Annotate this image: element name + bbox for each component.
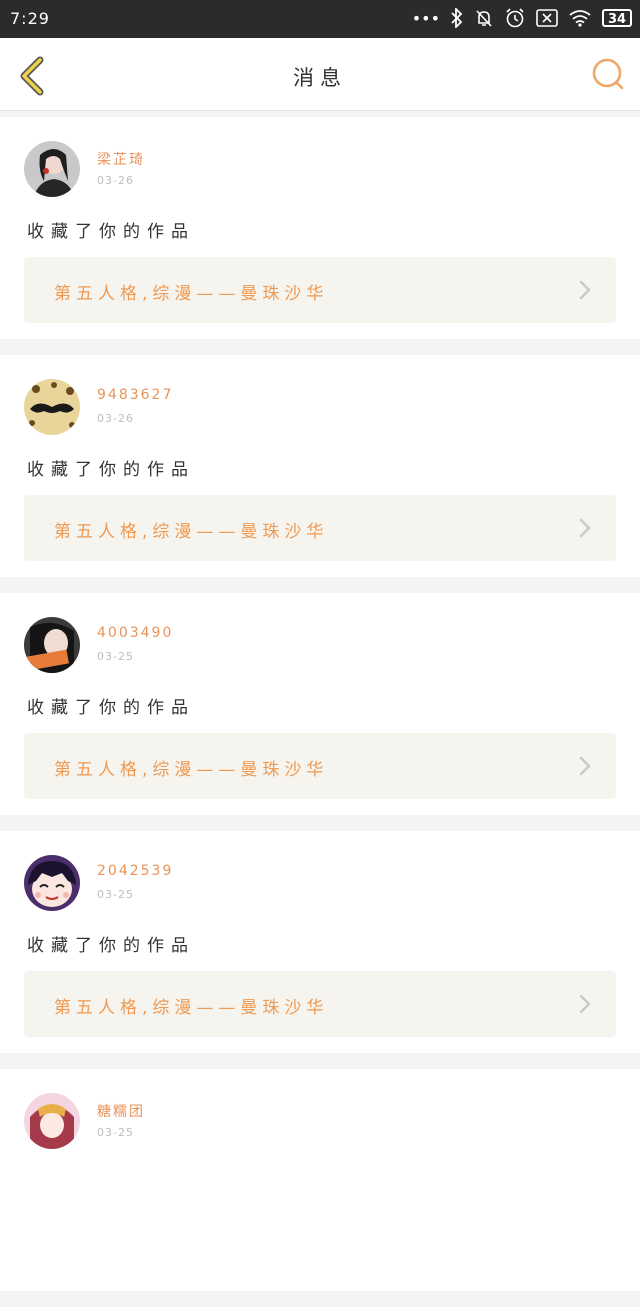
work-link[interactable]: 第五人格,综漫——曼珠沙华: [24, 257, 616, 323]
message-date: 03-25: [97, 888, 134, 901]
user-name[interactable]: 糖糯团: [97, 1101, 145, 1121]
message-card: 4003490 03-25 收藏了你的作品 第五人格,综漫——曼珠沙华: [0, 593, 640, 815]
user-name[interactable]: 4003490: [97, 625, 173, 641]
work-link[interactable]: 第五人格,综漫——曼珠沙华: [24, 971, 616, 1037]
bell-off-icon: [476, 10, 492, 27]
status-time: 7:29: [10, 9, 50, 28]
avatar[interactable]: [24, 141, 80, 197]
more-icon: •••: [411, 8, 440, 28]
alarm-icon: [506, 8, 524, 28]
avatar[interactable]: [24, 1093, 80, 1149]
user-name[interactable]: 梁芷琦: [97, 149, 145, 169]
message-date: 03-25: [97, 1126, 134, 1139]
user-name[interactable]: 9483627: [97, 387, 173, 403]
message-action: 收藏了你的作品: [27, 698, 195, 718]
message-action: 收藏了你的作品: [27, 222, 195, 242]
chevron-right-icon: [579, 280, 591, 300]
message-action: 收藏了你的作品: [27, 936, 195, 956]
avatar[interactable]: [24, 617, 80, 673]
search-icon[interactable]: [590, 56, 626, 92]
work-title: 第五人格,综漫——曼珠沙华: [54, 522, 329, 542]
status-icons: ••• 34: [412, 7, 632, 29]
message-date: 03-25: [97, 650, 134, 663]
page-title: 消息: [293, 66, 347, 90]
status-bar: 7:29 ••• 34: [0, 0, 640, 38]
avatar[interactable]: [24, 379, 80, 435]
message-date: 03-26: [97, 174, 134, 187]
battery-level: 34: [602, 9, 632, 27]
wifi-icon: [569, 10, 591, 27]
work-title: 第五人格,综漫——曼珠沙华: [54, 998, 329, 1018]
chevron-right-icon: [579, 756, 591, 776]
message-action: 收藏了你的作品: [27, 460, 195, 480]
bluetooth-icon: [451, 8, 463, 28]
chevron-right-icon: [579, 518, 591, 538]
work-title: 第五人格,综漫——曼珠沙华: [54, 760, 329, 780]
message-card: 梁芷琦 03-26 收藏了你的作品 第五人格,综漫——曼珠沙华: [0, 117, 640, 339]
message-card: 9483627 03-26 收藏了你的作品 第五人格,综漫——曼珠沙华: [0, 355, 640, 577]
sim-x-icon: [536, 9, 558, 27]
work-title: 第五人格,综漫——曼珠沙华: [54, 284, 329, 304]
work-link[interactable]: 第五人格,综漫——曼珠沙华: [24, 733, 616, 799]
header-bar: 消息: [0, 38, 640, 111]
message-card: 糖糯团 03-25: [0, 1069, 640, 1291]
message-card: 2042539 03-25 收藏了你的作品 第五人格,综漫——曼珠沙华: [0, 831, 640, 1053]
message-date: 03-26: [97, 412, 134, 425]
chevron-right-icon: [579, 994, 591, 1014]
message-list: 梁芷琦 03-26 收藏了你的作品 第五人格,综漫——曼珠沙华 9483627 …: [0, 117, 640, 1307]
user-name[interactable]: 2042539: [97, 863, 173, 879]
avatar[interactable]: [24, 855, 80, 911]
work-link[interactable]: 第五人格,综漫——曼珠沙华: [24, 495, 616, 561]
